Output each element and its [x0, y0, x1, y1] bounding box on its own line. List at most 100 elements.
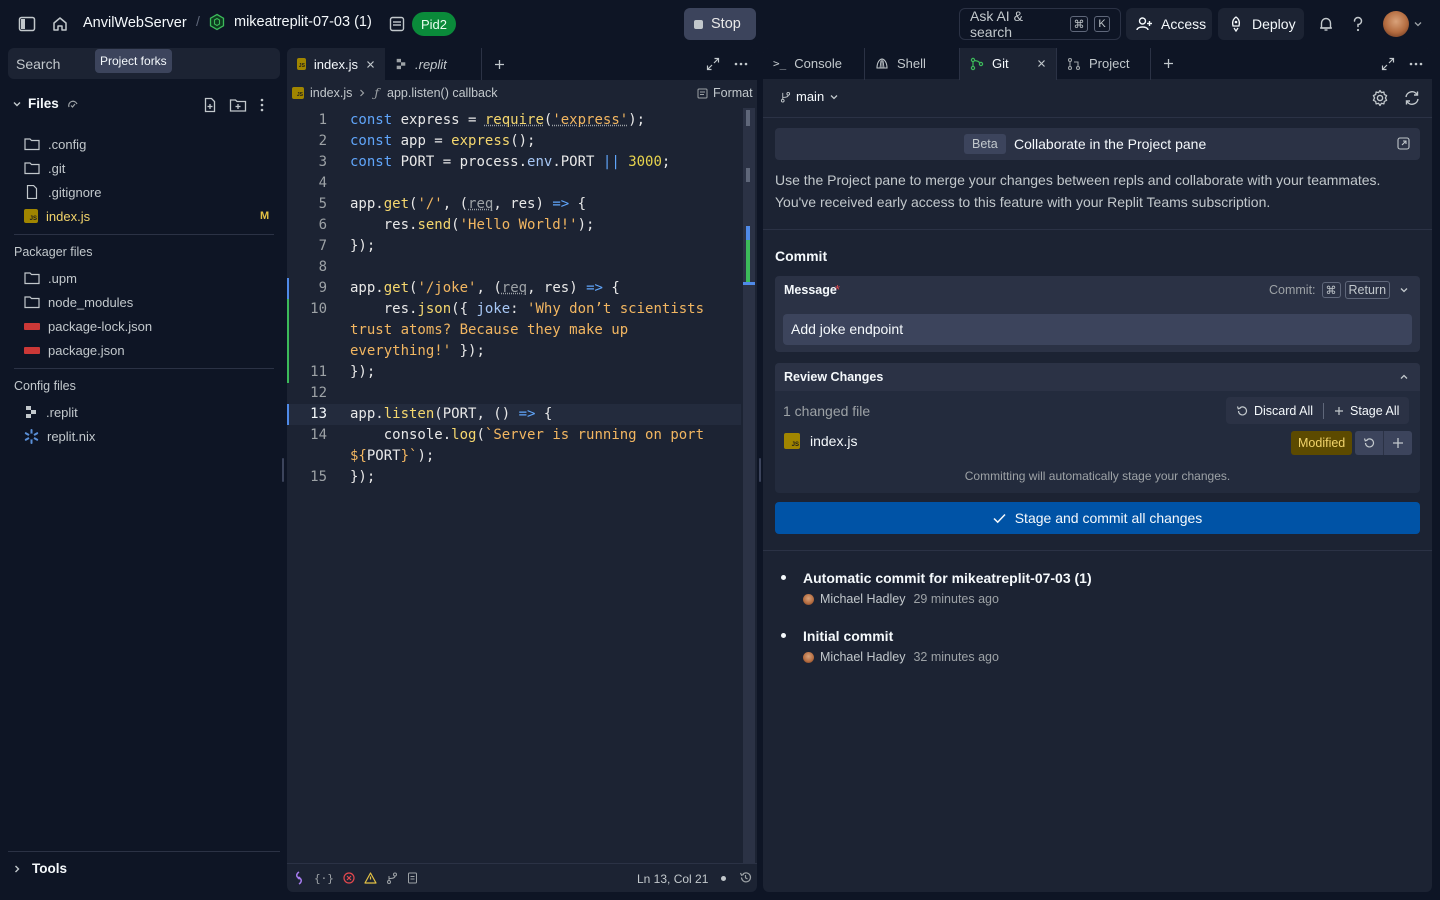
new-folder-icon[interactable] [229, 97, 247, 113]
tools-section[interactable]: Tools [12, 861, 67, 876]
branch-selector[interactable]: main [780, 89, 839, 104]
line-number: 3 [318, 154, 327, 170]
breadcrumb: JS index.js ƒ app.listen() callback [292, 85, 498, 100]
stage-file-icon[interactable] [1384, 437, 1412, 449]
code-editor[interactable]: 1 2 3 4 5 6 7 8 9 10 11 12 13 14 15 cons… [287, 108, 743, 863]
ai-icon[interactable] [293, 871, 305, 885]
discard-file-icon[interactable] [1355, 437, 1383, 449]
file-item-replit-nix[interactable]: replit.nix [8, 424, 280, 448]
message-label: Message [784, 283, 837, 297]
expand-icon[interactable] [706, 57, 720, 71]
help-icon[interactable] [1350, 15, 1366, 33]
file-item-gitignore[interactable]: .gitignore [8, 180, 280, 204]
project-pane-banner[interactable]: Beta Collaborate in the Project pane [775, 128, 1420, 160]
tab-project[interactable]: Project [1056, 48, 1151, 80]
new-tab-icon[interactable] [482, 59, 517, 70]
tab-git[interactable]: Git [959, 48, 1056, 80]
chevron-up-icon[interactable] [1399, 372, 1409, 382]
stop-icon [694, 19, 703, 29]
new-file-icon[interactable] [202, 97, 218, 113]
stage-all-button[interactable]: Stage All [1324, 404, 1409, 418]
document-icon[interactable] [407, 872, 418, 884]
code-line: const PORT = process.env.PORT || 3000; [350, 154, 671, 170]
notes-icon[interactable] [388, 15, 406, 33]
settings-icon[interactable] [1371, 89, 1389, 107]
commit-title: Initial commit [803, 628, 894, 644]
toggle-sidebar-icon[interactable] [18, 15, 36, 33]
expand-icon[interactable] [1381, 57, 1395, 71]
line-number: 1 [318, 112, 327, 128]
format-label: Format [713, 86, 753, 100]
format-button[interactable]: Format [697, 86, 753, 100]
npm-icon [24, 346, 40, 354]
repl-name[interactable]: mikeatreplit-07-03 (1) [208, 13, 372, 31]
close-icon[interactable] [1037, 59, 1046, 68]
error-icon[interactable] [343, 872, 355, 884]
git-branch-icon[interactable] [386, 872, 398, 884]
file-item-config[interactable]: .config [8, 132, 280, 156]
ask-ai-search-button[interactable]: Ask AI & search ⌘ K [959, 8, 1121, 40]
commit-item[interactable]: Initial commit Michael Hadley 32 minutes… [780, 626, 1420, 674]
history-icon[interactable] [739, 871, 752, 884]
warning-icon[interactable] [364, 872, 377, 884]
commit-item[interactable]: Automatic commit for mikeatreplit-07-03 … [780, 568, 1420, 616]
file-name: index.js [46, 208, 91, 224]
home-icon[interactable] [51, 15, 69, 33]
tab-shell[interactable]: Shell [864, 48, 959, 80]
tab-index-js[interactable]: JS index.js [287, 48, 385, 80]
breadcrumb-symbol[interactable]: app.listen() callback [387, 86, 497, 100]
more-options-icon[interactable] [734, 62, 748, 66]
new-tab-icon[interactable] [1151, 58, 1186, 69]
code-line: }); [350, 469, 376, 485]
file-item-index-js[interactable]: JS index.js M [8, 204, 280, 228]
refresh-icon[interactable] [1403, 89, 1421, 107]
scrollbar-mark [746, 240, 750, 282]
stage-and-commit-button[interactable]: Stage and commit all changes [775, 502, 1420, 534]
packager-files-title: Packager files [14, 245, 93, 259]
code-icon[interactable]: {·} [314, 872, 334, 885]
editor-scrollbar[interactable] [743, 108, 755, 863]
bell-icon[interactable] [1317, 15, 1335, 33]
changed-file-row[interactable]: JS index.js [784, 433, 857, 449]
resize-handle[interactable] [759, 458, 761, 482]
file-item-git[interactable]: .git [8, 156, 280, 180]
more-options-icon[interactable] [260, 97, 264, 113]
open-external-icon[interactable] [1397, 137, 1410, 150]
tab-replit[interactable]: .replit [385, 48, 481, 80]
file-icon [24, 185, 40, 199]
more-options-icon[interactable] [1409, 62, 1423, 66]
cmd-key: ⌘ [1069, 16, 1088, 32]
files-header[interactable]: Files [12, 96, 81, 111]
code-line: app.listen(PORT, () => { [350, 406, 553, 422]
tab-console[interactable]: >_ Console [763, 48, 864, 80]
user-menu[interactable] [1383, 11, 1423, 37]
folder-icon [24, 161, 40, 175]
breadcrumb-separator: / [196, 13, 200, 29]
modified-badge: Modified [1291, 431, 1353, 455]
review-changes-header[interactable]: Review Changes [775, 363, 1420, 391]
commit-title: Commit [775, 248, 828, 264]
plus-icon [1334, 406, 1344, 416]
resize-handle[interactable] [282, 458, 284, 482]
avatar [803, 593, 814, 605]
file-item-replit[interactable]: .replit [8, 400, 280, 424]
chevron-down-icon[interactable] [1399, 285, 1409, 295]
file-item-upm[interactable]: .upm [8, 266, 280, 290]
access-button[interactable]: Access [1126, 8, 1212, 40]
file-item-node-modules[interactable]: node_modules [8, 290, 280, 314]
commit-message-input[interactable]: Add joke endpoint [783, 314, 1412, 345]
line-number: 5 [318, 196, 327, 212]
file-item-package-json[interactable]: package.json [8, 338, 280, 362]
cursor-position[interactable]: Ln 13, Col 21 [637, 872, 708, 886]
tab-label: Project [1089, 56, 1130, 71]
stop-button[interactable]: Stop [684, 8, 756, 40]
file-item-package-lock[interactable]: package-lock.json [8, 314, 280, 338]
divider [763, 550, 1432, 551]
commit-button-label: Stage and commit all changes [1014, 510, 1203, 526]
discard-all-button[interactable]: Discard All [1226, 404, 1323, 418]
breadcrumb-file[interactable]: index.js [310, 86, 352, 100]
deploy-button[interactable]: Deploy [1218, 8, 1304, 40]
close-icon[interactable] [366, 60, 375, 69]
workspace-name[interactable]: AnvilWebServer [83, 15, 187, 31]
